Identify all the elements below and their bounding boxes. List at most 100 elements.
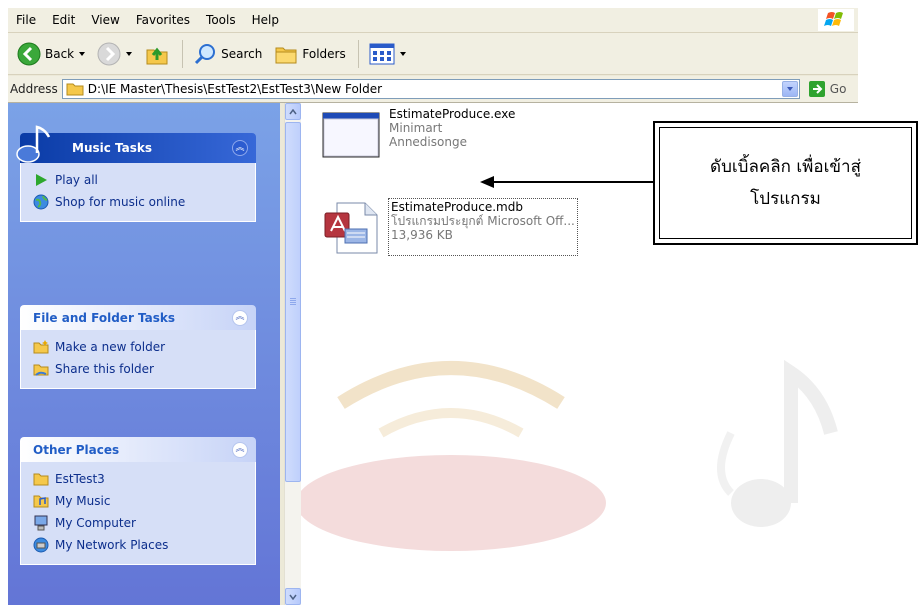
vertical-scrollbar[interactable] <box>284 103 301 605</box>
scroll-grip <box>290 298 296 306</box>
menu-view[interactable]: View <box>83 9 127 31</box>
chevron-down-icon <box>289 594 297 600</box>
place-my-network[interactable]: My Network Places <box>33 534 245 556</box>
address-path: D:\IE Master\Thesis\EstTest2\EstTest3\Ne… <box>87 82 383 96</box>
scroll-thumb[interactable] <box>285 122 301 482</box>
place-label: My Computer <box>55 516 136 530</box>
scroll-up-button[interactable] <box>285 103 301 120</box>
task-label: Shop for music online <box>55 195 186 209</box>
file-company: Annedisonge <box>389 135 467 149</box>
computer-icon <box>33 515 49 531</box>
forward-button[interactable] <box>92 36 137 72</box>
menu-help[interactable]: Help <box>244 9 287 31</box>
go-label: Go <box>829 82 847 96</box>
address-bar: Address D:\IE Master\Thesis\EstTest2\Est… <box>8 76 858 103</box>
address-dropdown-icon[interactable] <box>781 81 798 97</box>
menu-file[interactable]: File <box>8 9 44 31</box>
file-folder-tasks-header[interactable]: File and Folder Tasks ︽ <box>20 305 256 330</box>
back-dropdown-icon[interactable] <box>79 51 86 56</box>
file-folder-tasks-body: Make a new folder Share this folder <box>20 330 256 389</box>
back-arrow-icon <box>17 42 41 65</box>
views-icon <box>369 43 395 64</box>
file-meta: EstimateProduce.mdb โปรแกรมประยุกต์ Micr… <box>388 198 578 256</box>
collapse-chevron-icon[interactable]: ︽ <box>232 309 248 326</box>
task-pane: Music Tasks ︽ Play all Shop for music on… <box>8 103 280 605</box>
folder-icon <box>33 471 49 487</box>
task-share-folder[interactable]: Share this folder <box>33 358 245 380</box>
place-my-computer[interactable]: My Computer <box>33 512 245 534</box>
annotation-callout-inner: ดับเบิ้ลคลิก เพื่อเข้าสู่ โปรแกรม <box>659 127 912 239</box>
views-dropdown-icon[interactable] <box>399 51 406 56</box>
other-places-body: EstTest3 My Music My Computer My Network… <box>20 462 256 565</box>
collapse-chevron-icon[interactable]: ︽ <box>232 441 248 458</box>
file-size: 13,936 KB <box>391 228 453 242</box>
menu-favorites[interactable]: Favorites <box>128 9 198 31</box>
file-item-exe[interactable]: EstimateProduce.exe Minimart Annedisonge <box>317 107 515 163</box>
folder-icon <box>66 83 84 96</box>
play-icon <box>33 172 49 188</box>
collapse-chevron-icon[interactable]: ︽ <box>232 140 248 156</box>
task-label: Make a new folder <box>55 340 166 354</box>
task-shop-music[interactable]: Shop for music online <box>33 191 245 213</box>
network-icon <box>33 537 49 553</box>
toolbar-separator <box>357 39 359 68</box>
other-places-header[interactable]: Other Places ︽ <box>20 437 256 462</box>
file-meta: EstimateProduce.exe Minimart Annedisonge <box>389 107 515 163</box>
music-folder-icon <box>33 493 49 509</box>
callout-line-2: โปรแกรม <box>750 189 821 209</box>
up-folder-button[interactable] <box>139 36 175 72</box>
file-description: โปรแกรมประยุกต์ Microsoft Off... <box>391 214 575 228</box>
windows-logo-icon <box>818 9 854 31</box>
place-my-music[interactable]: My Music <box>33 490 245 512</box>
back-button[interactable]: Back <box>12 36 90 72</box>
application-window-icon <box>322 112 380 158</box>
address-input[interactable]: D:\IE Master\Thesis\EstTest2\EstTest3\Ne… <box>61 79 800 99</box>
file-item-mdb[interactable]: EstimateProduce.mdb โปรแกรมประยุกต์ Micr… <box>317 198 578 256</box>
go-arrow-icon <box>808 81 825 97</box>
search-button[interactable]: Search <box>188 36 267 72</box>
explorer-window: File Edit View Favorites Tools Help Back <box>8 8 858 605</box>
new-folder-icon <box>33 339 49 355</box>
music-tasks-panel: Music Tasks ︽ Play all Shop for music on… <box>16 125 256 222</box>
place-label: My Network Places <box>55 538 169 552</box>
back-label: Back <box>45 46 75 61</box>
file-name: EstimateProduce.mdb <box>391 200 523 214</box>
forward-dropdown-icon[interactable] <box>126 51 133 56</box>
file-folder-tasks-title: File and Folder Tasks <box>33 310 176 325</box>
toolbar-separator <box>182 39 184 68</box>
folders-button[interactable]: Folders <box>269 36 350 72</box>
standard-toolbar: Back Search Folders <box>8 33 858 75</box>
scroll-down-button[interactable] <box>285 588 301 605</box>
task-make-new-folder[interactable]: Make a new folder <box>33 336 245 358</box>
up-folder-icon <box>146 47 168 64</box>
globe-icon <box>33 194 49 210</box>
folders-label: Folders <box>302 46 346 61</box>
menu-edit[interactable]: Edit <box>44 9 83 31</box>
callout-line-1: ดับเบิ้ลคลิก เพื่อเข้าสู่ <box>710 157 861 177</box>
callout-arrow <box>480 176 656 188</box>
annotation-callout: ดับเบิ้ลคลิก เพื่อเข้าสู่ โปรแกรม <box>653 121 918 245</box>
chevron-up-icon <box>289 108 297 114</box>
menu-tools[interactable]: Tools <box>198 9 244 31</box>
music-note-icon <box>16 125 51 163</box>
task-label: Play all <box>55 173 98 187</box>
place-esttest3[interactable]: EstTest3 <box>33 468 245 490</box>
task-play-all[interactable]: Play all <box>33 169 245 191</box>
other-places-panel: Other Places ︽ EstTest3 My Music My Comp… <box>20 437 256 565</box>
place-label: My Music <box>55 494 111 508</box>
go-button[interactable]: Go <box>808 80 847 98</box>
file-name: EstimateProduce.exe <box>389 107 516 121</box>
task-label: Share this folder <box>55 362 154 376</box>
music-tasks-title: Music Tasks <box>72 141 153 155</box>
file-folder-tasks-panel: File and Folder Tasks ︽ Make a new folde… <box>20 305 256 389</box>
folders-icon <box>275 47 297 63</box>
forward-arrow-icon <box>97 42 121 65</box>
search-label: Search <box>221 46 263 61</box>
place-label: EstTest3 <box>55 472 105 486</box>
views-button[interactable] <box>364 36 411 72</box>
address-label: Address <box>10 82 58 96</box>
search-icon <box>195 43 216 64</box>
share-folder-icon <box>33 361 49 377</box>
other-places-title: Other Places <box>33 442 120 457</box>
file-description: Minimart <box>389 121 443 135</box>
